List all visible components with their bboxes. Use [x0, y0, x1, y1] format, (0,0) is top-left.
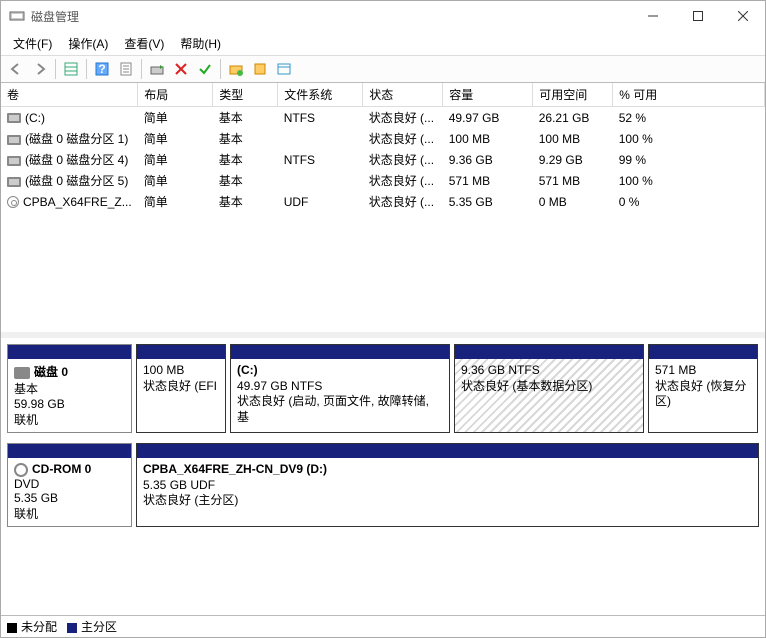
minimize-button[interactable] — [630, 1, 675, 31]
menubar: 文件(F) 操作(A) 查看(V) 帮助(H) — [1, 31, 765, 55]
close-button[interactable] — [720, 1, 765, 31]
col-type[interactable]: 类型 — [213, 83, 278, 107]
col-pct[interactable]: % 可用 — [613, 83, 765, 107]
disk-icon — [7, 177, 21, 187]
disk0-partition-1[interactable]: (C:)49.97 GB NTFS状态良好 (启动, 页面文件, 故障转储, 基 — [230, 344, 450, 433]
disk-icon — [7, 135, 21, 145]
cdrom-status: 联机 — [14, 505, 125, 522]
col-free[interactable]: 可用空间 — [533, 83, 613, 107]
help-icon[interactable]: ? — [91, 58, 113, 80]
disk-row-0: 磁盘 0 基本 59.98 GB 联机 100 MB状态良好 (EFI(C:)4… — [7, 344, 759, 433]
col-status[interactable]: 状态 — [363, 83, 443, 107]
graphical-pane: 磁盘 0 基本 59.98 GB 联机 100 MB状态良好 (EFI(C:)4… — [1, 338, 765, 615]
disk0-partition-2[interactable]: 9.36 GB NTFS状态良好 (基本数据分区) — [454, 344, 644, 433]
table-row[interactable]: (C:)简单基本NTFS状态良好 (...49.97 GB26.21 GB52 … — [1, 107, 765, 129]
table-row[interactable]: CPBA_X64FRE_Z...简单基本UDF状态良好 (...5.35 GB0… — [1, 191, 765, 212]
col-cap[interactable]: 容量 — [443, 83, 533, 107]
col-layout[interactable]: 布局 — [138, 83, 213, 107]
legend-primary: 主分区 — [67, 618, 117, 635]
disk0-partition-3[interactable]: 571 MB状态良好 (恢复分区) — [648, 344, 758, 433]
cdrom-icon — [14, 463, 28, 477]
cdrom-type: DVD — [14, 477, 125, 491]
titlebar: 磁盘管理 — [1, 1, 765, 31]
legend-bar: 未分配 主分区 — [1, 615, 765, 637]
svg-text:?: ? — [98, 62, 105, 76]
view-list-icon[interactable] — [60, 58, 82, 80]
maximize-button[interactable] — [675, 1, 720, 31]
legend-unallocated: 未分配 — [7, 618, 57, 635]
disk0-title: 磁盘 0 — [34, 365, 68, 379]
disk0-type: 基本 — [14, 380, 125, 397]
back-button[interactable] — [5, 58, 27, 80]
volume-table[interactable]: 卷 布局 类型 文件系统 状态 容量 可用空间 % 可用 (C:)简单基本NTF… — [1, 83, 765, 212]
app-icon — [9, 8, 25, 24]
menu-file[interactable]: 文件(F) — [5, 33, 60, 54]
disk-icon — [7, 156, 21, 166]
col-volume[interactable]: 卷 — [1, 83, 138, 107]
disk0-partition-0[interactable]: 100 MB状态良好 (EFI — [136, 344, 226, 433]
cdrom-part-name: CPBA_X64FRE_ZH-CN_DV9 (D:) — [143, 462, 327, 476]
disk-icon — [14, 367, 30, 379]
window-title: 磁盘管理 — [31, 8, 79, 25]
disk-icon — [7, 113, 21, 123]
col-fs[interactable]: 文件系统 — [278, 83, 363, 107]
disk0-size: 59.98 GB — [14, 397, 125, 411]
cdrom-partition[interactable]: CPBA_X64FRE_ZH-CN_DV9 (D:) 5.35 GB UDF 状… — [136, 443, 759, 527]
menu-action[interactable]: 操作(A) — [60, 33, 116, 54]
refresh-icon[interactable] — [146, 58, 168, 80]
disk0-status: 联机 — [14, 411, 125, 428]
cdrom-size: 5.35 GB — [14, 491, 125, 505]
cdrom-title: CD-ROM 0 — [32, 462, 91, 476]
cdrom-part-status: 状态良好 (主分区) — [143, 493, 238, 507]
properties-icon[interactable] — [115, 58, 137, 80]
folder-new-icon[interactable] — [225, 58, 247, 80]
table-row[interactable]: (磁盘 0 磁盘分区 4)简单基本NTFS状态良好 (...9.36 GB9.2… — [1, 149, 765, 170]
disk-row-cdrom: CD-ROM 0 DVD 5.35 GB 联机 CPBA_X64FRE_ZH-C… — [7, 443, 759, 527]
cd-icon — [7, 196, 19, 208]
cdrom-header[interactable]: CD-ROM 0 DVD 5.35 GB 联机 — [7, 443, 132, 527]
window-icon[interactable] — [273, 58, 295, 80]
table-row[interactable]: (磁盘 0 磁盘分区 1)简单基本状态良好 (...100 MB100 MB10… — [1, 128, 765, 149]
menu-help[interactable]: 帮助(H) — [172, 33, 229, 54]
settings-icon[interactable] — [249, 58, 271, 80]
menu-view[interactable]: 查看(V) — [116, 33, 172, 54]
check-icon[interactable] — [194, 58, 216, 80]
disk0-header[interactable]: 磁盘 0 基本 59.98 GB 联机 — [7, 344, 132, 433]
toolbar: ? — [1, 55, 765, 83]
volume-table-pane: 卷 布局 类型 文件系统 状态 容量 可用空间 % 可用 (C:)简单基本NTF… — [1, 83, 765, 338]
table-row[interactable]: (磁盘 0 磁盘分区 5)简单基本状态良好 (...571 MB571 MB10… — [1, 170, 765, 191]
delete-icon[interactable] — [170, 58, 192, 80]
cdrom-part-size: 5.35 GB UDF — [143, 478, 215, 492]
forward-button[interactable] — [29, 58, 51, 80]
